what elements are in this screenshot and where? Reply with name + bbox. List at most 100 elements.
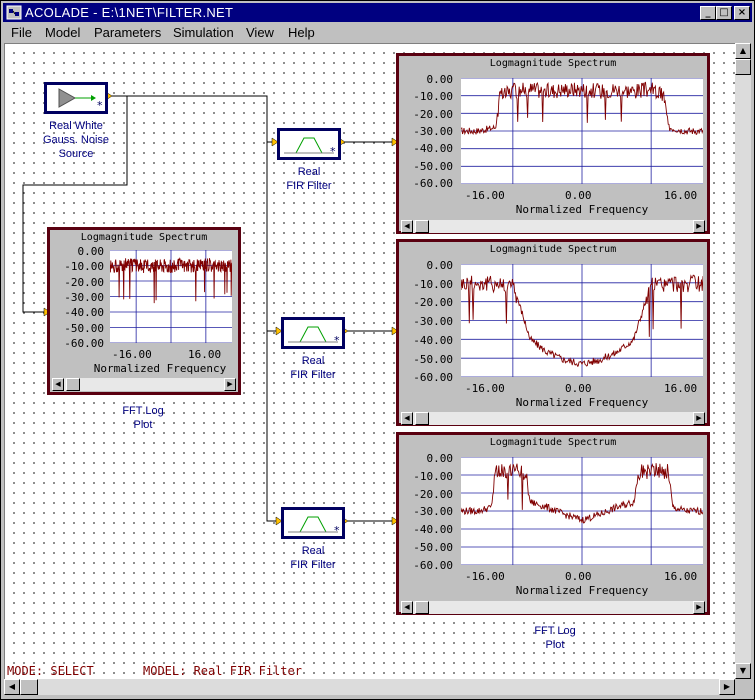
ytick-label: -20.00 bbox=[413, 108, 453, 121]
ytick-label: 0.00 bbox=[426, 452, 454, 465]
plot-title: Logmagnitude Spectrum bbox=[489, 58, 617, 69]
xtick-label: -16.00 bbox=[465, 189, 505, 202]
ytick-label: -60.00 bbox=[64, 337, 104, 350]
fir-filter-block-2[interactable]: * bbox=[281, 317, 345, 349]
ytick-label: 0.00 bbox=[77, 245, 105, 258]
horizontal-scrollbar[interactable]: ◀ ▶ bbox=[4, 679, 735, 695]
menu-bar: File Model Parameters Simulation View He… bbox=[3, 23, 752, 42]
scroll-left-arrow[interactable]: ◀ bbox=[401, 601, 413, 614]
fir-filter-block-3[interactable]: * bbox=[281, 507, 345, 539]
scroll-down-arrow[interactable]: ▼ bbox=[735, 663, 751, 679]
menu-parameters[interactable]: Parameters bbox=[94, 25, 161, 40]
xtick-label: -16.00 bbox=[465, 570, 505, 583]
plot-scrollbar[interactable]: ◀ ▶ bbox=[401, 412, 705, 425]
bandpass-icon: * bbox=[288, 326, 340, 347]
plot-scrollbar[interactable]: ◀ ▶ bbox=[52, 378, 236, 391]
close-button[interactable]: × bbox=[734, 6, 750, 20]
fft-plot-2[interactable]: Logmagnitude Spectrum 0.00 -10.00 -20.00… bbox=[396, 239, 710, 426]
ytick-label: -20.00 bbox=[64, 276, 104, 289]
svg-text:*: * bbox=[334, 524, 340, 536]
menu-file[interactable]: File bbox=[11, 25, 32, 40]
scroll-left-arrow[interactable]: ◀ bbox=[52, 378, 64, 391]
fft-plot-bottom-label: FFT Log Plot bbox=[534, 625, 576, 651]
menu-help[interactable]: Help bbox=[288, 25, 315, 40]
fir-filter-label-2: Real FIR Filter bbox=[290, 355, 336, 381]
bandpass-icon: * bbox=[284, 137, 336, 158]
ytick-label: -50.00 bbox=[413, 353, 453, 366]
svg-text:*: * bbox=[97, 99, 103, 111]
fir-filter-label-1: Real FIR Filter bbox=[286, 166, 332, 192]
scroll-right-arrow[interactable]: ▶ bbox=[693, 601, 705, 614]
menu-view[interactable]: View bbox=[246, 25, 274, 40]
network-canvas[interactable]: * Real White Gauss. Noise Source * Real … bbox=[4, 43, 736, 680]
scroll-left-arrow[interactable]: ◀ bbox=[401, 220, 413, 233]
ytick-label: -60.00 bbox=[413, 177, 453, 190]
scroll-thumb[interactable] bbox=[415, 412, 429, 425]
scroll-thumb[interactable] bbox=[66, 378, 80, 391]
xtick-label: 16.00 bbox=[188, 348, 222, 361]
app-icon bbox=[6, 5, 22, 20]
vertical-scrollbar[interactable]: ▲ ▼ bbox=[735, 43, 751, 679]
noise-source-label: Real White Gauss. Noise Source bbox=[42, 120, 110, 160]
ytick-label: -30.00 bbox=[413, 125, 453, 138]
fir-filter-block-1[interactable]: * bbox=[277, 128, 341, 160]
noise-source-block[interactable]: * bbox=[44, 82, 108, 114]
xtick-label: 0.00 bbox=[565, 189, 592, 202]
ytick-label: -10.00 bbox=[413, 470, 453, 483]
title-bar[interactable]: ACOLADE - E:\1NET\FILTER.NET _ □ × bbox=[3, 3, 752, 22]
minimize-button[interactable]: _ bbox=[700, 6, 716, 20]
scroll-thumb[interactable] bbox=[415, 220, 429, 233]
plot-xlabel: Normalized Frequency bbox=[515, 203, 649, 216]
grid bbox=[461, 264, 703, 377]
ytick-label: -30.00 bbox=[413, 505, 453, 518]
maximize-button[interactable]: □ bbox=[716, 6, 732, 20]
amplifier-icon: * bbox=[58, 88, 103, 112]
scroll-right-arrow[interactable]: ▶ bbox=[719, 679, 735, 695]
ytick-label: -30.00 bbox=[64, 291, 104, 304]
status-mode: MODE: SELECT bbox=[7, 664, 94, 678]
scroll-left-arrow[interactable]: ◀ bbox=[4, 679, 20, 695]
xtick-label: 0.00 bbox=[565, 570, 592, 583]
plot-title: Logmagnitude Spectrum bbox=[80, 232, 208, 243]
xtick-label: 16.00 bbox=[664, 382, 698, 395]
xtick-label: -16.00 bbox=[465, 382, 505, 395]
ytick-label: -20.00 bbox=[413, 488, 453, 501]
plot-xlabel: Normalized Frequency bbox=[515, 584, 649, 597]
horizontal-scroll-thumb[interactable] bbox=[20, 679, 38, 695]
scroll-left-arrow[interactable]: ◀ bbox=[401, 412, 413, 425]
app-window: ACOLADE - E:\1NET\FILTER.NET _ □ × File … bbox=[0, 0, 755, 700]
window-title: ACOLADE - E:\1NET\FILTER.NET bbox=[25, 5, 234, 20]
scroll-right-arrow[interactable]: ▶ bbox=[693, 220, 705, 233]
menu-model[interactable]: Model bbox=[45, 25, 80, 40]
fft-plot-left[interactable]: Logmagnitude Spectrum 0.00 -10.00 -20.00… bbox=[47, 227, 241, 395]
scroll-right-arrow[interactable]: ▶ bbox=[693, 412, 705, 425]
plot-title: Logmagnitude Spectrum bbox=[489, 437, 617, 448]
ytick-label: -40.00 bbox=[413, 523, 453, 536]
ytick-label: -50.00 bbox=[413, 160, 453, 173]
plot-area bbox=[461, 264, 703, 377]
scroll-thumb[interactable] bbox=[415, 601, 429, 614]
scrollbar-corner bbox=[735, 679, 751, 695]
ytick-label: 0.00 bbox=[426, 259, 454, 272]
fft-plot-left-label: FFT Log Plot bbox=[122, 405, 164, 431]
ytick-label: -40.00 bbox=[413, 142, 453, 155]
fir-filter-label-3: Real FIR Filter bbox=[290, 545, 336, 571]
scroll-up-arrow[interactable]: ▲ bbox=[735, 43, 751, 59]
menu-simulation[interactable]: Simulation bbox=[173, 25, 234, 40]
status-model: MODEL: Real FIR Filter bbox=[143, 664, 302, 678]
plot-area bbox=[110, 250, 232, 343]
ytick-label: -50.00 bbox=[413, 541, 453, 554]
ytick-label: -10.00 bbox=[64, 260, 104, 273]
scroll-right-arrow[interactable]: ▶ bbox=[224, 378, 236, 391]
fft-plot-3[interactable]: Logmagnitude Spectrum 0.00 -10.00 -20.00… bbox=[396, 432, 710, 615]
plot-scrollbar[interactable]: ◀ ▶ bbox=[401, 601, 705, 614]
ytick-label: -60.00 bbox=[413, 371, 453, 384]
plot-scrollbar[interactable]: ◀ ▶ bbox=[401, 220, 705, 233]
ytick-label: -60.00 bbox=[413, 559, 453, 572]
bandpass-icon: * bbox=[288, 516, 340, 537]
xtick-label: 0.00 bbox=[565, 382, 592, 395]
ytick-label: -30.00 bbox=[413, 315, 453, 328]
vertical-scroll-thumb[interactable] bbox=[735, 59, 751, 75]
fft-plot-1[interactable]: Logmagnitude Spectrum 0.00 -10.00 -20.00… bbox=[396, 53, 710, 234]
svg-text:*: * bbox=[330, 145, 336, 157]
